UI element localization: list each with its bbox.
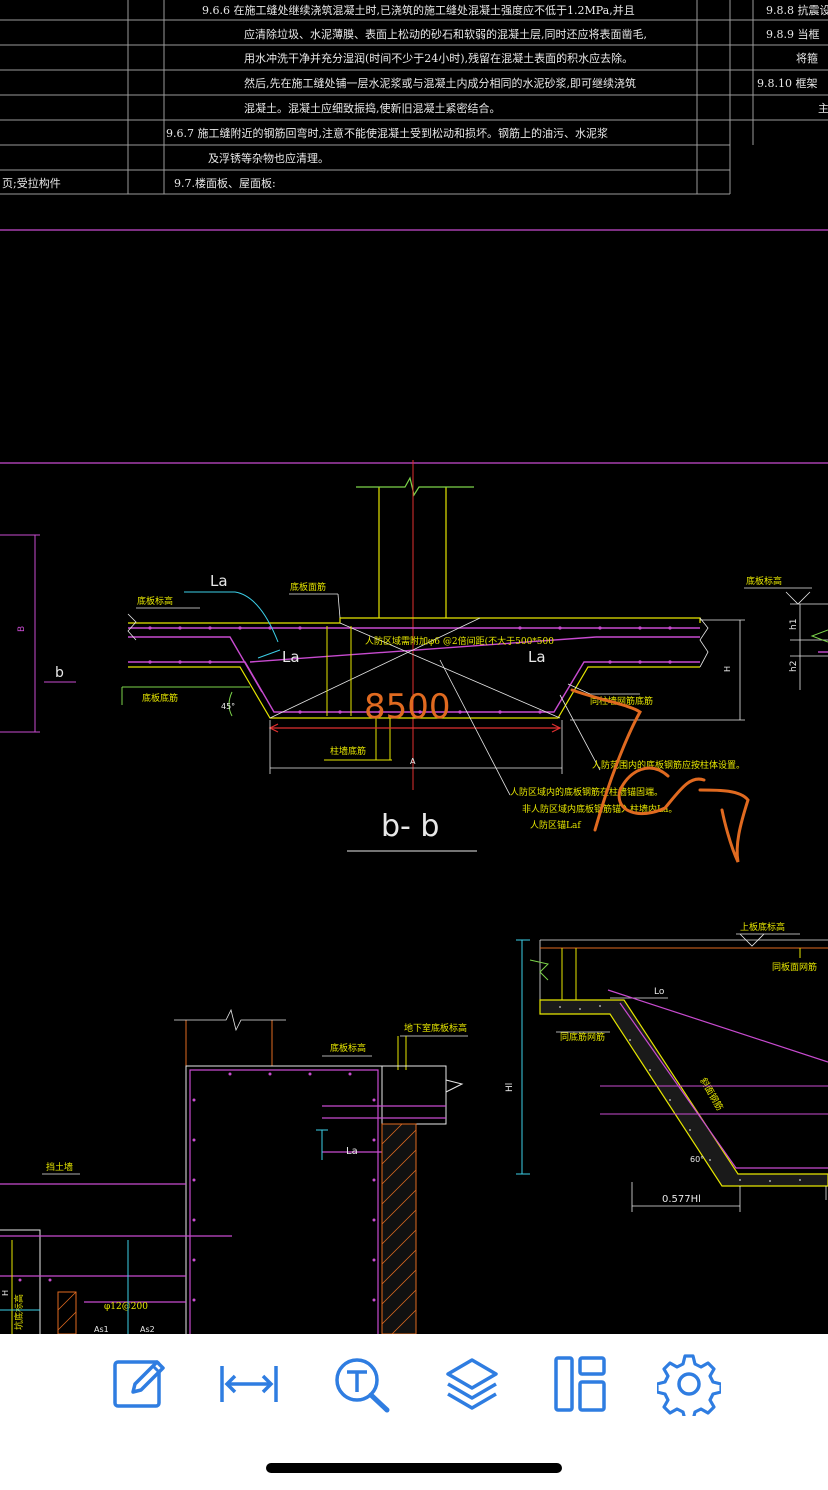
spec-row-8-left: 页;受拉构件 bbox=[2, 176, 61, 190]
handwritten-700 bbox=[570, 688, 750, 863]
slab-bottom-label: 底板底筋 bbox=[142, 692, 178, 704]
detail-basement-wall: 底板标高 地下室底板标高 La 挡土墙 φ12@200 As1 As2 H 坑底… bbox=[0, 1008, 468, 1334]
dimension-8500: 8500 bbox=[364, 687, 451, 727]
column-bottom-label: 柱墙底筋 bbox=[330, 745, 366, 757]
pit-h-label: Hl bbox=[505, 1083, 515, 1092]
spec-row-5: 混凝土。混凝土应细致振捣,使新旧混凝土紧密结合。 bbox=[244, 101, 501, 115]
spec-right-4: 9.8.10 框架 bbox=[757, 77, 817, 90]
rebar-note: 人防区域需附加φ6 @2倍间距(不大于500*500 bbox=[365, 635, 554, 647]
as2-label: As2 bbox=[140, 1325, 155, 1334]
spec-row-3: 用水冲洗干净并充分湿润(时间不少于24小时),残留在混凝土表面的积水应去除。 bbox=[244, 51, 633, 65]
rebar-label-lower: φ12@200 bbox=[104, 1302, 148, 1312]
cad-drawing-canvas[interactable]: 9.6.6 在施工缝处继续浇筑混凝土时,已浇筑的施工缝处混凝土强度应不低于1.2… bbox=[0, 0, 828, 1334]
spec-row-2: 应清除垃圾、水泥薄膜、表面上松动的砂石和软弱的混凝土层,同时还应将表面凿毛, bbox=[244, 27, 647, 41]
layout-panels-icon bbox=[554, 1356, 606, 1412]
spec-right-1: 9.8.8 抗震设 bbox=[766, 3, 828, 17]
svg-text:B: B bbox=[17, 626, 27, 632]
layout-button[interactable] bbox=[544, 1348, 616, 1420]
h1-label: h1 bbox=[789, 619, 799, 630]
slab-face-label: 底板面筋 bbox=[290, 581, 326, 593]
pencil-edit-icon bbox=[113, 1360, 165, 1408]
dim-h: H bbox=[723, 666, 732, 672]
home-indicator[interactable] bbox=[266, 1463, 562, 1473]
h-label-lower: H bbox=[1, 1290, 10, 1296]
angle-label: 45° bbox=[221, 702, 235, 711]
rebar-bottom-label: 同底筋网筋 bbox=[560, 1031, 605, 1043]
slab-elev-label-2: 底板标高 bbox=[330, 1042, 366, 1054]
lo-label: Lo bbox=[654, 987, 665, 997]
la-mid: La bbox=[282, 648, 300, 666]
spec-row-1: 9.6.6 在施工缝处继续浇筑混凝土时,已浇筑的施工缝处混凝土强度应不低于1.2… bbox=[202, 3, 635, 17]
rebar-same-label: 同板面网筋 bbox=[772, 961, 817, 973]
right-elev: 底板标高 bbox=[746, 575, 782, 587]
spec-row-8: 9.7.楼面板、屋面板: bbox=[174, 176, 276, 190]
la-top: La bbox=[210, 572, 228, 590]
detail-slope-pit: Hl 上板底标高 同板面网筋 Lo 同底筋网筋 斜面钢筋 60° 0.577Hl bbox=[505, 921, 828, 1212]
spec-right-5: 主 bbox=[818, 102, 828, 115]
pit-label: 坑底标高 bbox=[13, 1294, 25, 1330]
text-search-icon bbox=[335, 1358, 390, 1413]
settings-button[interactable] bbox=[653, 1348, 725, 1420]
slab-top-elev: 底板标高 bbox=[137, 595, 173, 607]
offset-label: 0.577Hl bbox=[662, 1194, 701, 1205]
la-label-lower: La bbox=[346, 1146, 358, 1157]
spec-right-3: 将箍 bbox=[796, 51, 818, 65]
basement-elev-label: 地下室底板标高 bbox=[404, 1022, 467, 1034]
la-right: La bbox=[528, 648, 546, 666]
text-search-button[interactable] bbox=[325, 1348, 397, 1420]
edit-button[interactable] bbox=[103, 1348, 175, 1420]
dim-a: A bbox=[410, 757, 416, 766]
cad-drawing: 9.6.6 在施工缝处继续浇筑混凝土时,已浇筑的施工缝处混凝土强度应不低于1.2… bbox=[0, 0, 828, 1334]
wall-label: 挡土墙 bbox=[46, 1161, 73, 1173]
top-elev-label: 上板底标高 bbox=[740, 921, 785, 933]
spec-table: 9.6.6 在施工缝处继续浇筑混凝土时,已浇筑的施工缝处混凝土强度应不低于1.2… bbox=[0, 0, 828, 195]
layers-button[interactable] bbox=[436, 1348, 508, 1420]
measure-distance-icon bbox=[220, 1366, 278, 1402]
h2-label: h2 bbox=[789, 661, 799, 672]
spec-row-7: 及浮锈等杂物也应清理。 bbox=[208, 151, 329, 165]
section-b-b: B b 底板标高 底板面筋 底板底筋 45° La La La 柱墙底筋 850… bbox=[0, 460, 828, 863]
spec-row-4: 然后,先在施工缝处铺一层水泥浆或与混凝土内成分相同的水泥砂浆,即可继续浇筑 bbox=[244, 76, 636, 90]
note-3: 人防区域内的底板钢筋在柱墙锚固端。 bbox=[510, 786, 663, 798]
layers-icon bbox=[446, 1358, 498, 1410]
section-title: b- b bbox=[381, 809, 439, 844]
spec-right-2: 9.8.9 当框 bbox=[766, 27, 820, 41]
measure-button[interactable] bbox=[213, 1348, 285, 1420]
as1-label: As1 bbox=[94, 1325, 109, 1334]
b-label: b bbox=[55, 665, 64, 681]
note-5: 人防区锚Laf bbox=[530, 819, 581, 831]
slope-rebar-label: 斜面钢筋 bbox=[697, 1076, 725, 1113]
gear-icon bbox=[657, 1354, 721, 1416]
pit-angle-label: 60° bbox=[690, 1155, 704, 1164]
spec-row-6: 9.6.7 施工缝附近的钢筋回弯时,注意不能使混凝土受到松动和损坏。钢筋上的油污… bbox=[166, 126, 608, 140]
